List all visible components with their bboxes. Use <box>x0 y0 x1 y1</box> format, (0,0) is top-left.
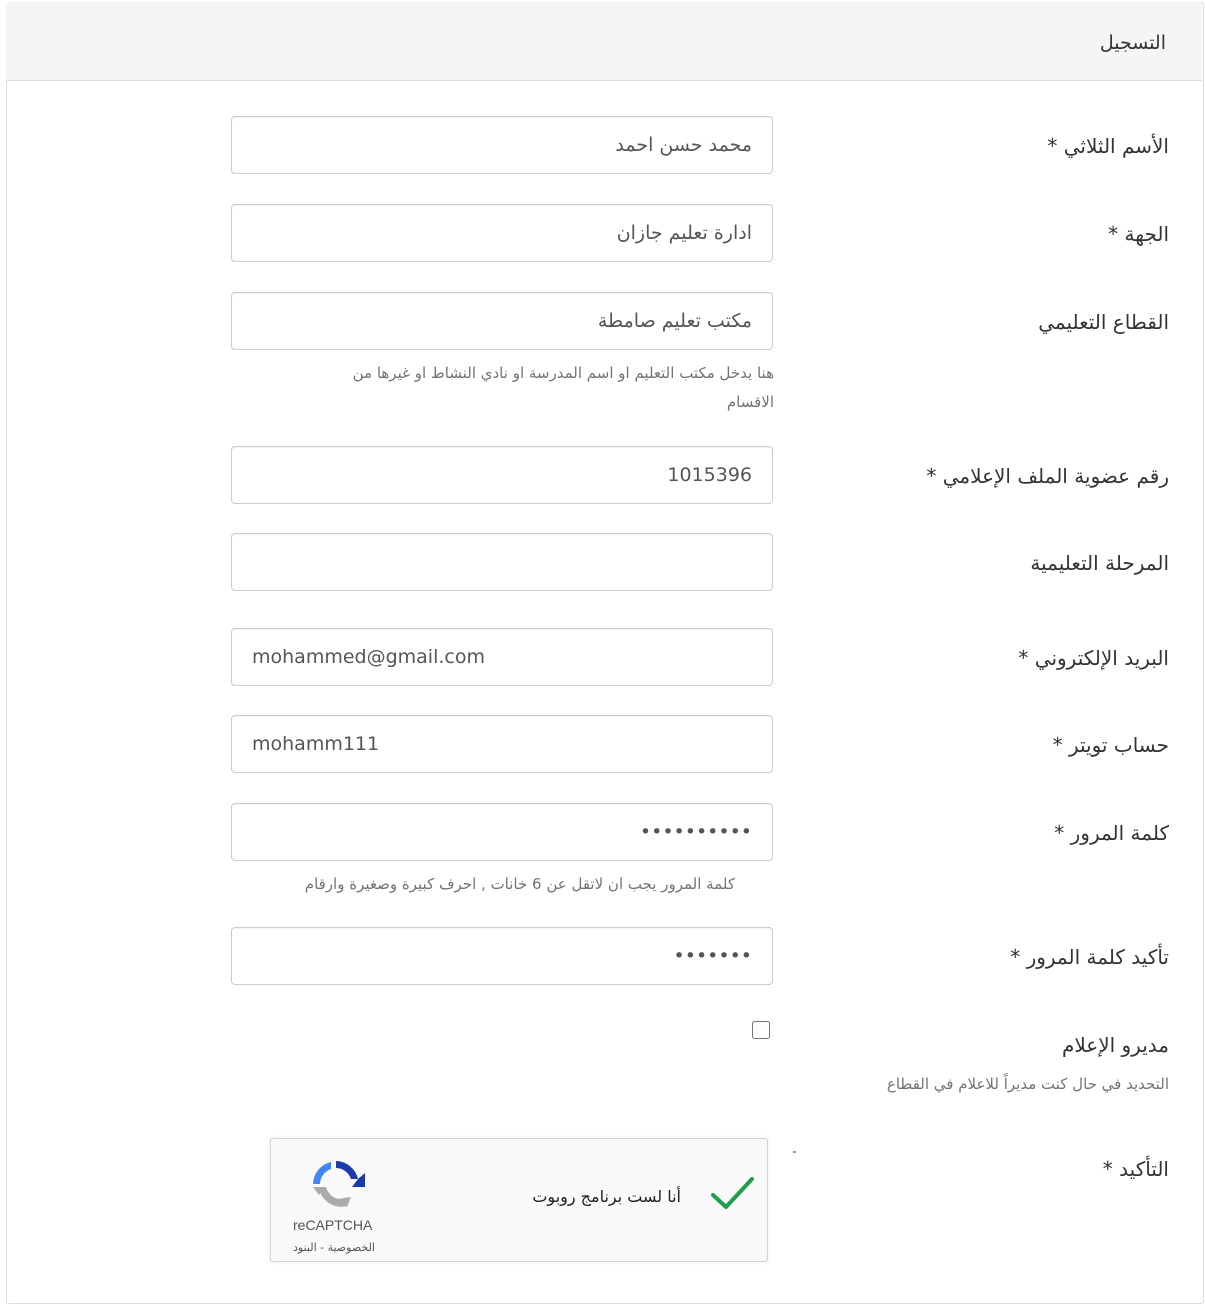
panel-title: التسجيل <box>1099 32 1166 54</box>
email-label: البريد الإلكتروني * <box>1018 646 1169 670</box>
sector-help-line: الاقسام <box>726 393 774 411</box>
recaptcha-logo-icon <box>313 1161 365 1207</box>
confirm-password-input[interactable] <box>231 927 773 985</box>
panel-header: التسجيل <box>6 2 1202 81</box>
media-manager-checkbox[interactable] <box>752 1021 770 1039</box>
full-name-label: الأسم الثلاثي * <box>1047 134 1169 158</box>
entity-input[interactable] <box>231 204 773 262</box>
membership-number-input[interactable] <box>231 446 773 504</box>
membership-number-label: رقم عضوية الملف الإعلامي * <box>926 464 1169 488</box>
full-name-input[interactable] <box>231 116 773 174</box>
checkmark-icon[interactable] <box>707 1169 757 1219</box>
sector-input[interactable] <box>231 292 773 350</box>
recaptcha-links[interactable]: الخصوصية - البنود <box>293 1241 375 1254</box>
recaptcha-label: أنا لست برنامج روبوت <box>532 1187 681 1206</box>
media-manager-label: مديرو الإعلام <box>1061 1033 1169 1057</box>
password-label: كلمة المرور * <box>1054 821 1169 845</box>
recaptcha-brand: reCAPTCHA <box>293 1217 373 1233</box>
confirmation-label: التأكيد * <box>1102 1157 1169 1181</box>
password-input[interactable] <box>231 803 773 861</box>
sector-label: القطاع التعليمي <box>1038 310 1169 334</box>
password-help-text: كلمة المرور يجب ان لاتقل عن 6 خانات , اح… <box>304 875 735 893</box>
educational-stage-label: المرحلة التعليمية <box>1030 551 1169 575</box>
educational-stage-input[interactable] <box>231 533 773 591</box>
recaptcha-widget: أنا لست برنامج روبوت reCAPTCHA الخصوصية … <box>270 1138 768 1262</box>
sector-help-line: هنا يدخل مكتب التعليم او اسم المدرسة او … <box>352 364 774 382</box>
twitter-label: حساب تويتر * <box>1052 733 1169 757</box>
divider-tick <box>793 1151 796 1153</box>
twitter-input[interactable] <box>231 715 773 773</box>
confirm-password-label: تأكيد كلمة المرور * <box>1010 945 1169 969</box>
entity-label: الجهة * <box>1108 222 1169 246</box>
email-input[interactable] <box>231 628 773 686</box>
media-manager-help-text: التحديد في حال كنت مديراً للاعلام في الق… <box>886 1075 1169 1093</box>
sector-help-text: هنا يدخل مكتب التعليم او اسم المدرسة او … <box>214 359 774 417</box>
